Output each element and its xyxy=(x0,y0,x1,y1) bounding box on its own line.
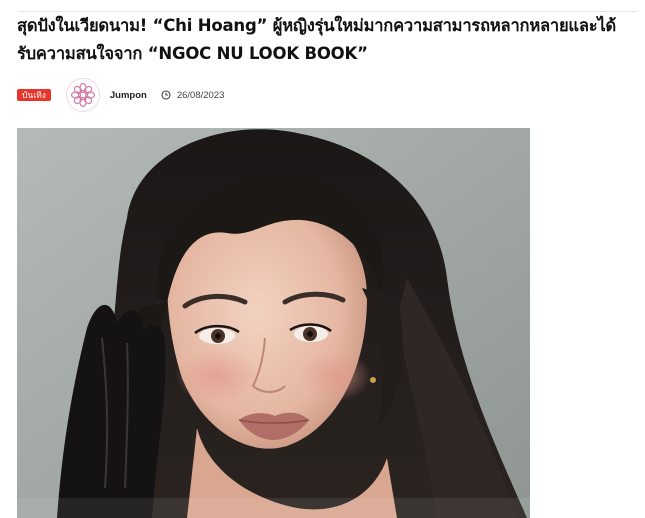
publish-date: 26/08/2023 xyxy=(176,89,225,101)
article-meta: บันเทิง Jumpon 26/08/2023 xyxy=(17,78,225,112)
article-featured-image xyxy=(17,128,530,518)
author-name[interactable]: Jumpon xyxy=(110,90,147,101)
flower-logo-icon xyxy=(70,82,95,108)
article-title: สุดปังในเวียดนาม! “Chi Hoang” ผู้หญิงรุ่… xyxy=(17,16,617,63)
author-avatar[interactable] xyxy=(65,78,100,112)
category-badge[interactable]: บันเทิง xyxy=(17,89,51,101)
portrait-photo xyxy=(17,128,530,518)
clock-icon xyxy=(161,90,171,100)
